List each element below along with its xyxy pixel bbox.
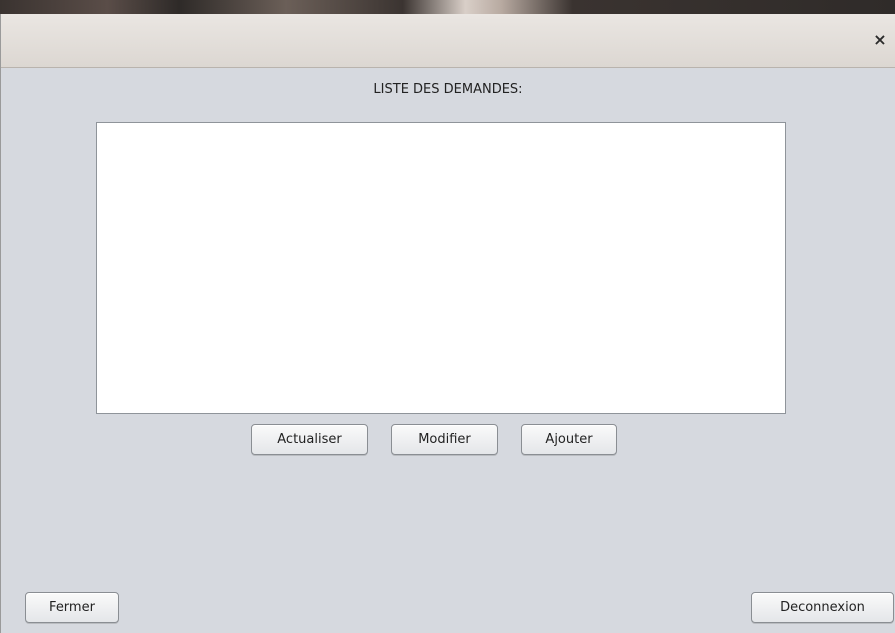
requests-list[interactable] — [96, 122, 786, 414]
close-button[interactable]: Fermer — [25, 592, 119, 623]
title-bar: × — [1, 14, 895, 68]
add-button[interactable]: Ajouter — [521, 424, 617, 455]
app-window: × LISTE DES DEMANDES: Actualiser Modifie… — [0, 14, 895, 633]
page-title: LISTE DES DEMANDES: — [373, 82, 523, 97]
desktop-background — [0, 0, 895, 14]
modify-button[interactable]: Modifier — [391, 424, 498, 455]
refresh-button[interactable]: Actualiser — [251, 424, 368, 455]
close-icon[interactable]: × — [871, 31, 889, 49]
logout-button[interactable]: Deconnexion — [751, 592, 894, 623]
